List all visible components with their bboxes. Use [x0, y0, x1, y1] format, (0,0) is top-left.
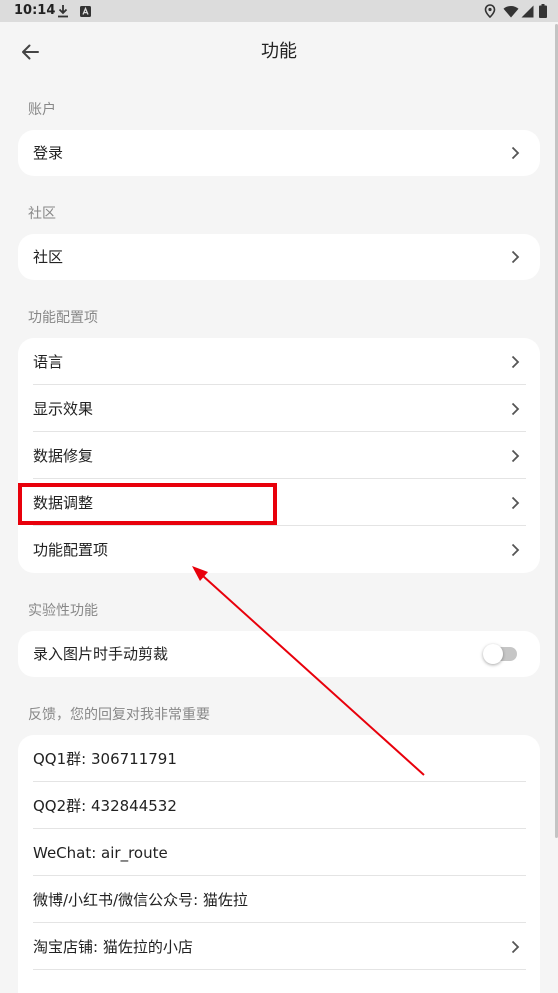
card-experimental: 录入图片时手动剪裁	[18, 631, 540, 677]
row-label: 显示效果	[33, 399, 94, 418]
row-language[interactable]: 语言	[18, 338, 540, 385]
section-header-feedback: 反馈，您的回复对我非常重要	[28, 707, 210, 723]
row-manual-crop[interactable]: 录入图片时手动剪裁	[18, 631, 540, 677]
manual-crop-toggle[interactable]	[483, 643, 517, 665]
row-label: QQ1群: 306711791	[33, 749, 177, 768]
row-label: 微博/小红书/微信公众号: 猫佐拉	[33, 890, 248, 909]
row-label: 数据修复	[33, 446, 94, 465]
location-icon	[484, 4, 496, 18]
row-label: 社区	[33, 248, 64, 266]
chevron-right-icon	[511, 496, 520, 509]
row-qq2-group[interactable]: QQ2群: 432844532	[18, 782, 540, 829]
row-label: 语言	[33, 352, 64, 371]
card-feedback: QQ1群: 306711791 QQ2群: 432844532 WeChat: …	[18, 735, 540, 993]
row-label: 录入图片时手动剪裁	[33, 645, 169, 663]
card-community: 社区	[18, 234, 540, 280]
wifi-icon	[503, 6, 519, 18]
divider	[33, 969, 526, 970]
card-feature-config: 语言 显示效果 数据修复 数据调整 功能配置项	[18, 338, 540, 573]
chevron-right-icon	[511, 543, 520, 556]
row-label: QQ2群: 432844532	[33, 796, 177, 815]
app-notification-icon	[80, 6, 91, 17]
row-label: WeChat: air_route	[33, 843, 168, 862]
row-data-repair[interactable]: 数据修复	[18, 432, 540, 479]
row-weibo-xiaohongshu[interactable]: 微博/小红书/微信公众号: 猫佐拉	[18, 876, 540, 923]
row-community[interactable]: 社区	[18, 234, 540, 280]
row-taobao-shop[interactable]: 淘宝店铺: 猫佐拉的小店	[18, 923, 540, 970]
toggle-thumb	[483, 644, 503, 664]
row-qq1-group[interactable]: QQ1群: 306711791	[18, 735, 540, 782]
highlight-box	[18, 483, 277, 525]
row-wechat[interactable]: WeChat: air_route	[18, 829, 540, 876]
row-feature-config[interactable]: 功能配置项	[18, 526, 540, 573]
chevron-right-icon	[511, 402, 520, 415]
row-label: 功能配置项	[33, 540, 109, 559]
chevron-right-icon	[511, 449, 520, 462]
chevron-right-icon	[511, 355, 520, 368]
section-header-experimental: 实验性功能	[28, 603, 98, 619]
page-title: 功能	[261, 41, 297, 62]
settings-list[interactable]: 账户 登录 社区 社区 功能配置项 语言 显示效果 数据修复 数据调整 功能配置…	[0, 82, 558, 993]
section-header-account: 账户	[28, 102, 56, 118]
chevron-right-icon	[511, 940, 520, 953]
chevron-right-icon	[511, 146, 520, 160]
row-label: 登录	[33, 144, 64, 162]
row-login[interactable]: 登录	[18, 130, 540, 176]
battery-icon	[539, 4, 547, 18]
signal-icon	[521, 5, 534, 18]
download-icon	[58, 5, 68, 18]
row-display-effect[interactable]: 显示效果	[18, 385, 540, 432]
row-label: 淘宝店铺: 猫佐拉的小店	[33, 937, 193, 956]
status-time: 10:14	[14, 3, 56, 18]
section-header-feature-config: 功能配置项	[28, 310, 98, 326]
status-bar: 10:14	[0, 0, 558, 22]
chevron-right-icon	[511, 250, 520, 264]
card-account: 登录	[18, 130, 540, 176]
app-bar: 功能	[0, 22, 558, 82]
section-header-community: 社区	[28, 206, 56, 222]
